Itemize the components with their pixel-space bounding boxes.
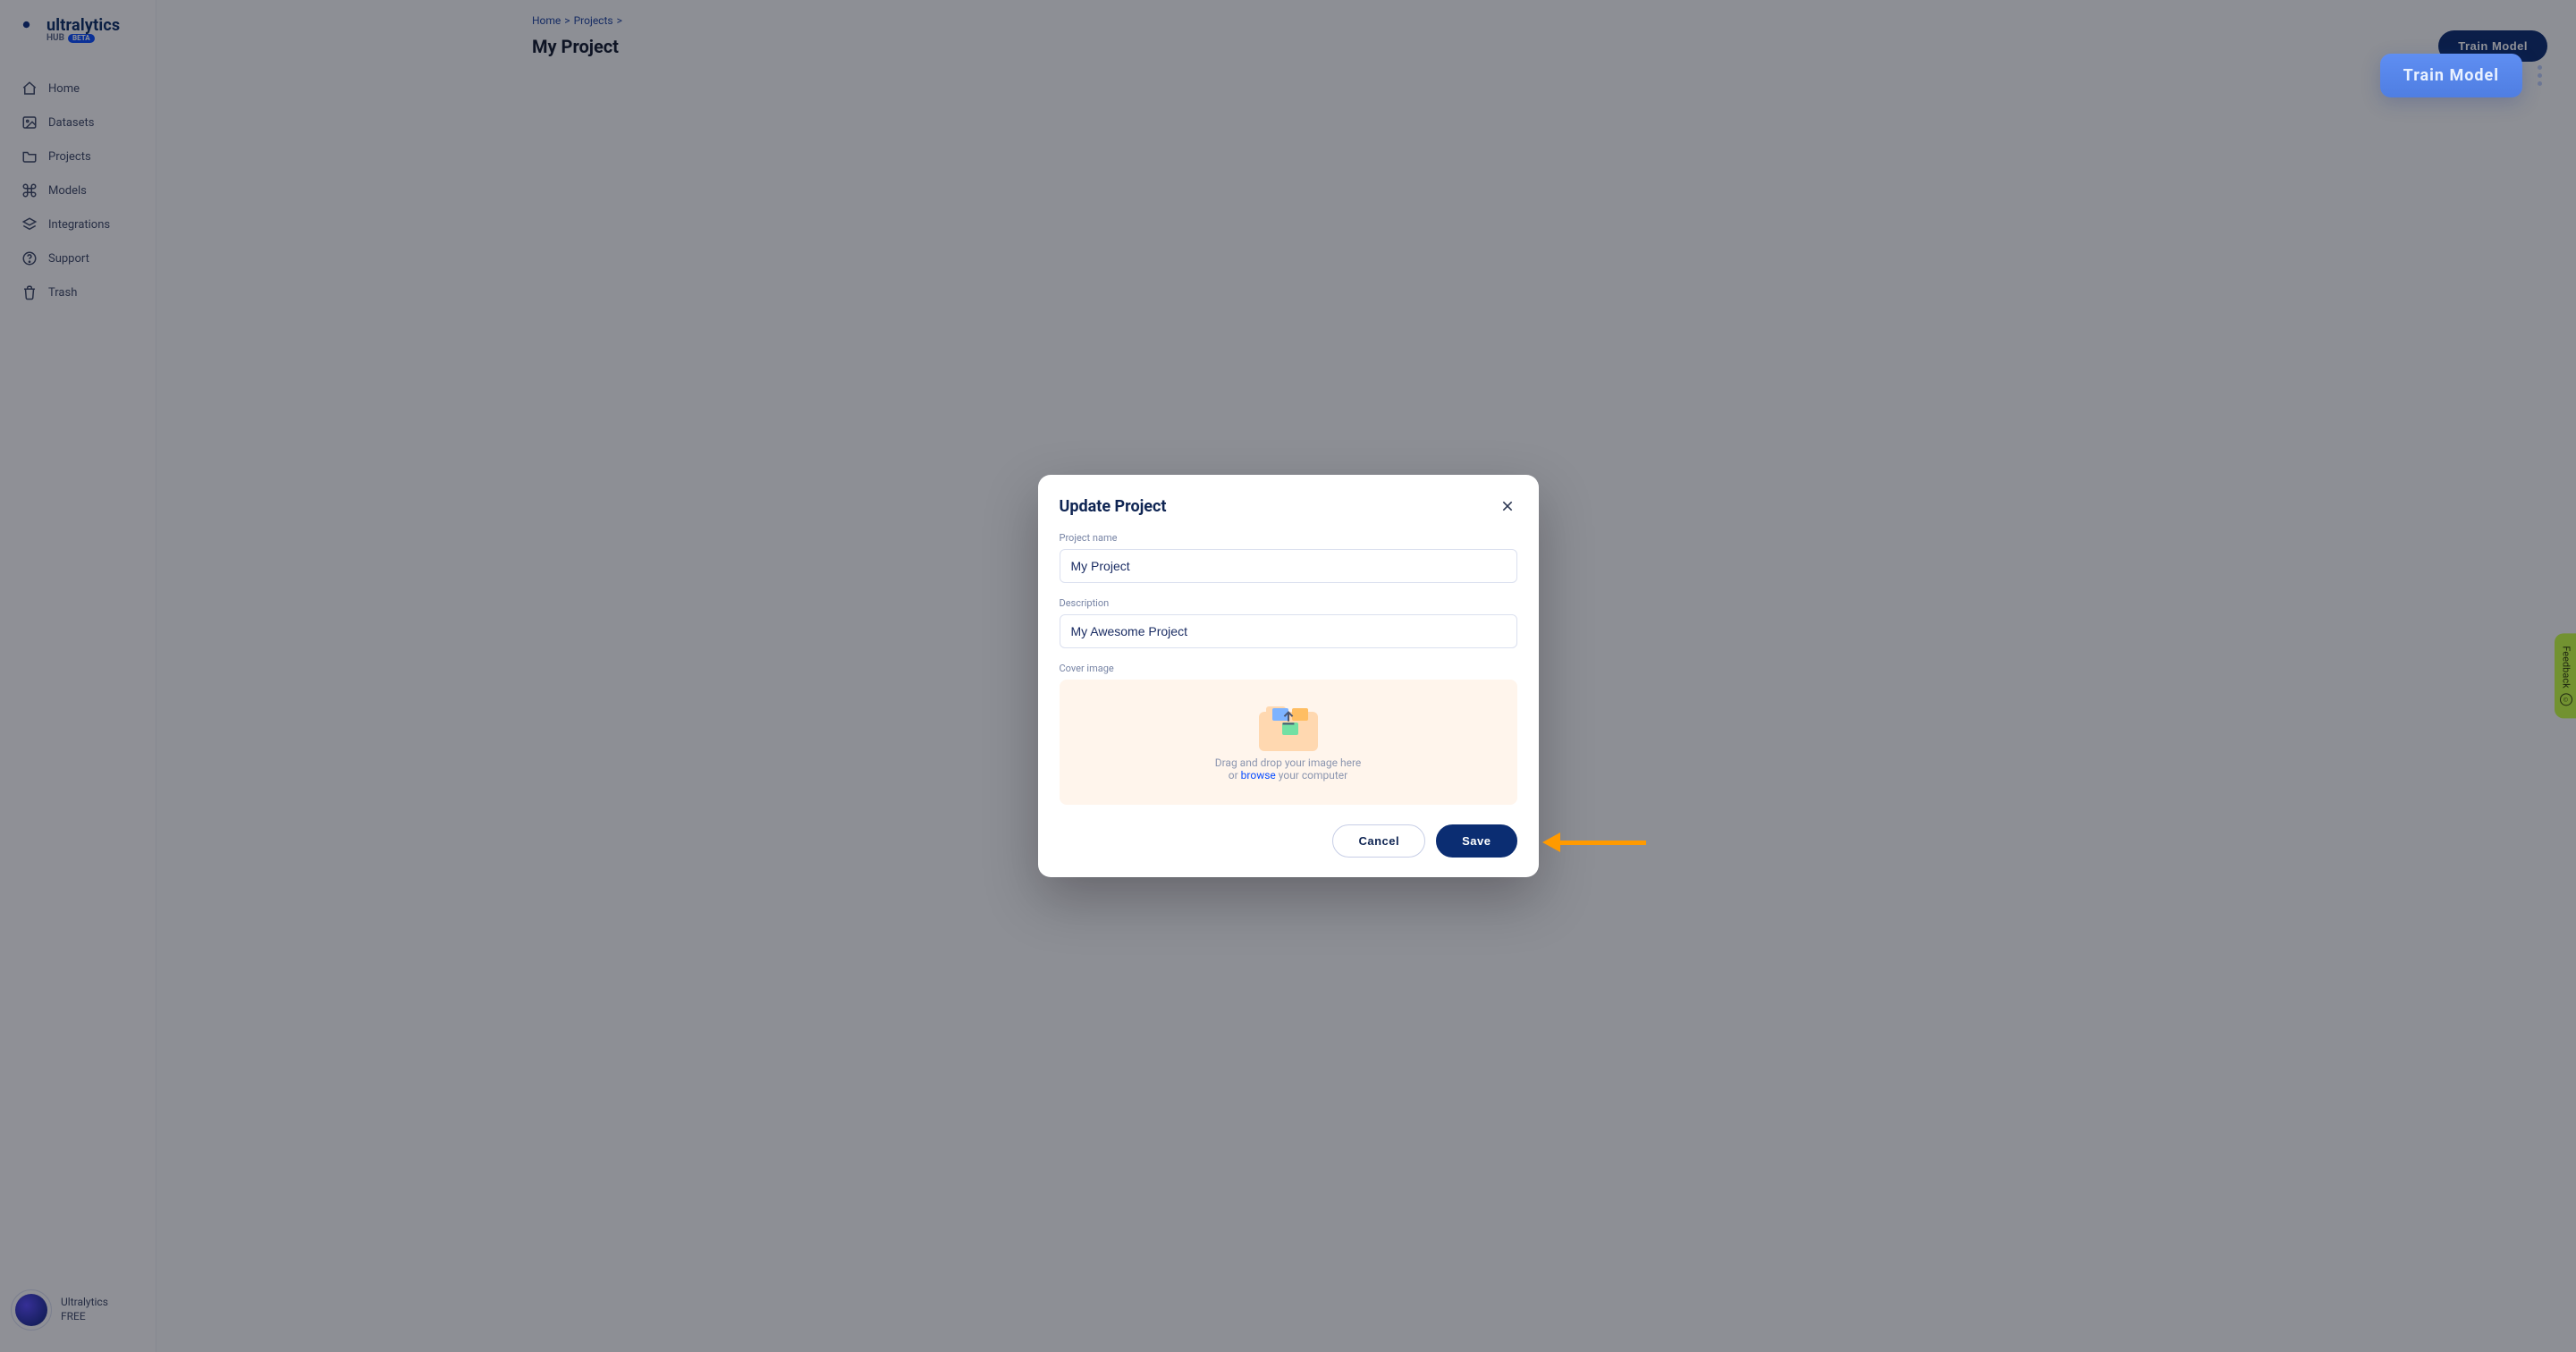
cover-image-dropzone[interactable]: Drag and drop your image here or browse … (1060, 680, 1517, 805)
dropzone-text-1: Drag and drop your image here (1215, 756, 1362, 769)
upload-icon (1279, 708, 1298, 728)
browse-link[interactable]: browse (1241, 769, 1276, 782)
description-input[interactable] (1060, 614, 1517, 648)
save-button[interactable]: Save (1436, 824, 1516, 858)
modal-title: Update Project (1060, 497, 1167, 516)
project-name-label: Project name (1060, 532, 1517, 544)
floating-train-cta: Train Model (2380, 54, 2544, 97)
upload-illustration (1256, 703, 1321, 751)
update-project-modal: Update Project Project name Description … (1038, 475, 1539, 877)
floating-train-button[interactable]: Train Model (2380, 54, 2522, 97)
close-icon[interactable] (1498, 496, 1517, 516)
modal-scrim[interactable]: Update Project Project name Description … (0, 0, 2576, 1352)
project-name-input[interactable] (1060, 549, 1517, 583)
cancel-button[interactable]: Cancel (1332, 824, 1425, 858)
description-label: Description (1060, 597, 1517, 609)
cover-image-label: Cover image (1060, 663, 1517, 674)
annotation-arrow (1542, 832, 1646, 852)
more-options-button[interactable] (2535, 65, 2544, 86)
